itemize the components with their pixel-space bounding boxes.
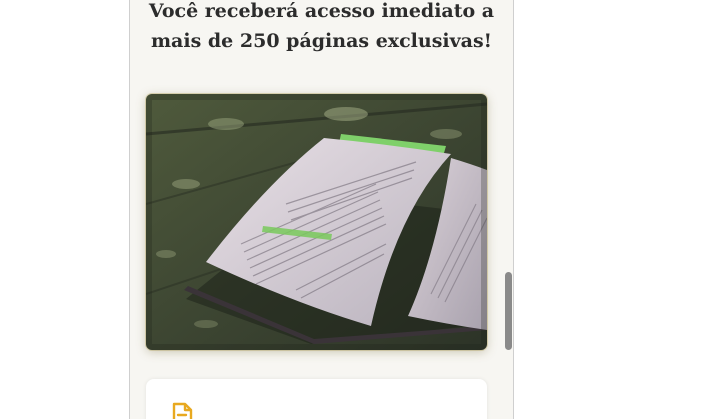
content-panel: Você receberá acesso imediato a mais de … — [129, 0, 514, 419]
info-card — [146, 379, 487, 419]
scrollbar-thumb[interactable] — [505, 272, 512, 350]
offer-heading: Você receberá acesso imediato a mais de … — [136, 0, 507, 56]
document-icon — [172, 402, 193, 419]
bible-photo — [146, 94, 487, 350]
offer-heading-line-2: mais de 250 páginas exclusivas! — [150, 30, 493, 52]
offer-heading-line-1: Você receberá acesso imediato a — [148, 0, 495, 22]
scrollbar-track[interactable] — [504, 0, 513, 419]
